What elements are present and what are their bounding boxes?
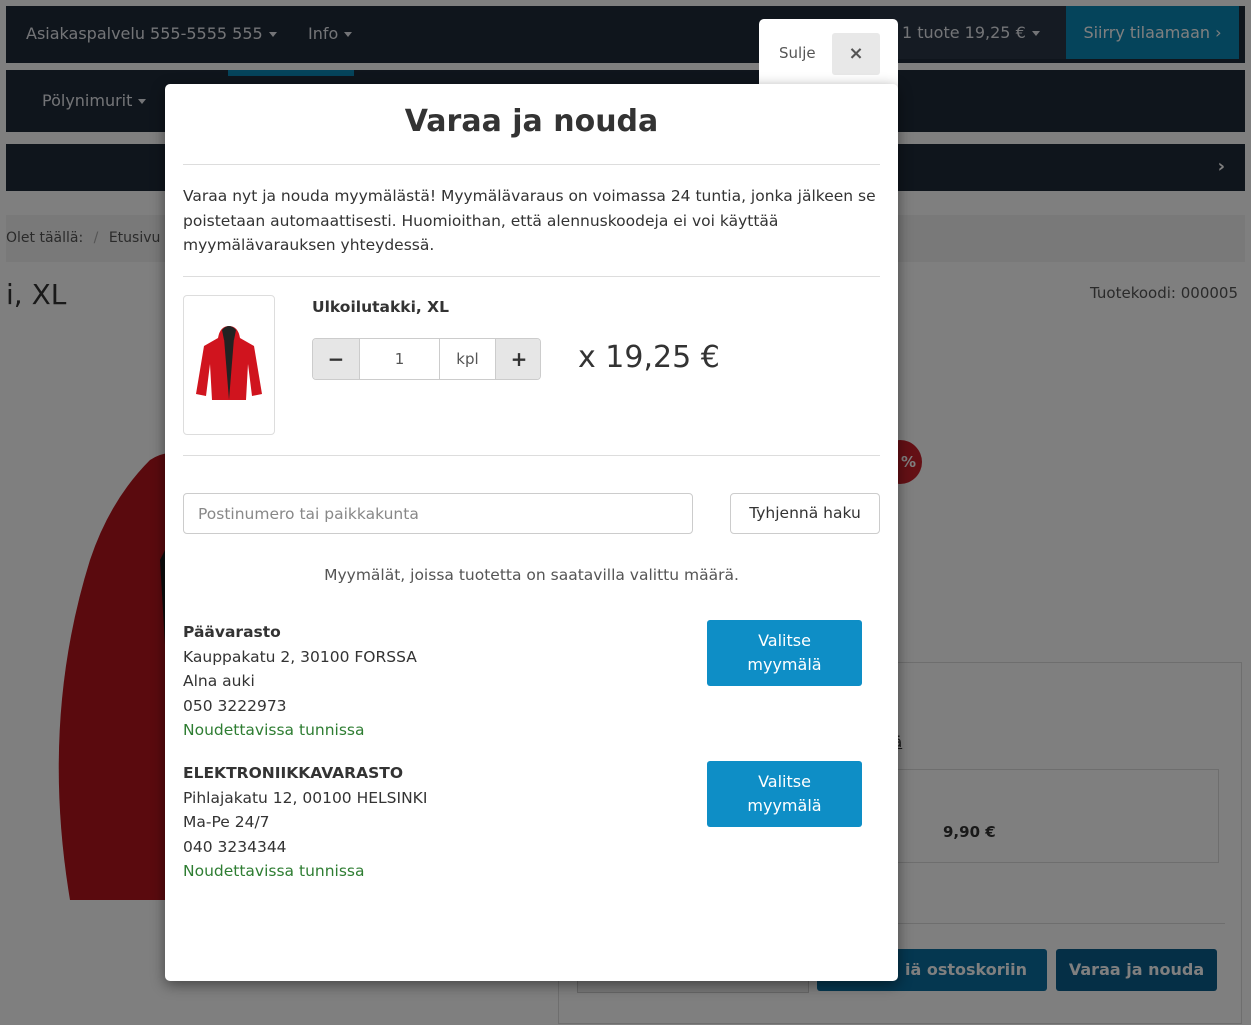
select-store-button[interactable]: Valitse myymälä — [707, 620, 862, 686]
store-phone: 040 3234344 — [183, 837, 287, 856]
store-availability: Noudettavissa tunnissa — [183, 862, 365, 880]
quantity-input[interactable]: 1 — [359, 339, 440, 379]
divider — [183, 276, 880, 277]
availability-note: Myymälät, joissa tuotetta on saatavilla … — [324, 566, 739, 584]
clear-search-button[interactable]: Tyhjennä haku — [730, 493, 880, 534]
modal-title: Varaa ja nouda — [404, 104, 659, 139]
quantity-stepper: − 1 kpl + — [312, 338, 541, 380]
modal-product-name: Ulkoilutakki, XL — [312, 298, 450, 316]
select-store-label-line1: Valitse — [758, 631, 811, 650]
store-phone: 050 3222973 — [183, 696, 287, 715]
select-store-label-line2: myymälä — [747, 655, 822, 674]
jacket-image — [196, 326, 262, 400]
quantity-unit: kpl — [456, 350, 479, 368]
divider — [183, 455, 880, 456]
product-thumbnail — [183, 295, 275, 435]
select-store-label-line2: myymälä — [747, 796, 822, 815]
unit-price: x 19,25 € — [578, 340, 720, 375]
select-store-label-line1: Valitse — [758, 772, 811, 791]
select-store-button[interactable]: Valitse myymälä — [707, 761, 862, 827]
reserve-modal: Varaa ja nouda Varaa nyt ja nouda myymäl… — [165, 84, 898, 981]
close-label[interactable]: Sulje — [779, 44, 816, 62]
divider — [183, 164, 880, 165]
store-search-input[interactable] — [183, 493, 693, 534]
store-availability: Noudettavissa tunnissa — [183, 721, 365, 739]
close-tab: Sulje × — [759, 19, 898, 89]
modal-intro: Varaa nyt ja nouda myymälästä! Myymäläva… — [183, 187, 876, 254]
close-icon[interactable]: × — [832, 33, 880, 75]
decrease-button[interactable]: − — [313, 339, 359, 379]
increase-button[interactable]: + — [495, 339, 540, 379]
